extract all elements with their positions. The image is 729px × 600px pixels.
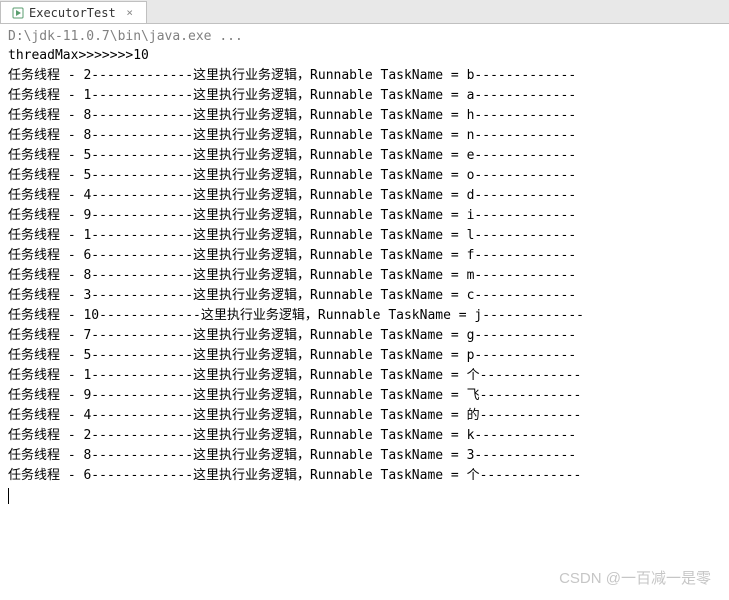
output-line: 任务线程 - 5-------------这里执行业务逻辑，Runnable T… xyxy=(8,146,721,166)
output-line: 任务线程 - 10-------------这里执行业务逻辑，Runnable … xyxy=(8,306,721,326)
output-line: 任务线程 - 6-------------这里执行业务逻辑，Runnable T… xyxy=(8,246,721,266)
output-line: 任务线程 - 1-------------这里执行业务逻辑，Runnable T… xyxy=(8,366,721,386)
tab-title: ExecutorTest xyxy=(29,6,116,20)
output-line: 任务线程 - 8-------------这里执行业务逻辑，Runnable T… xyxy=(8,106,721,126)
tab-bar: ExecutorTest × xyxy=(0,0,729,24)
output-line: 任务线程 - 1-------------这里执行业务逻辑，Runnable T… xyxy=(8,86,721,106)
output-line: 任务线程 - 8-------------这里执行业务逻辑，Runnable T… xyxy=(8,126,721,146)
output-line: 任务线程 - 5-------------这里执行业务逻辑，Runnable T… xyxy=(8,166,721,186)
output-line: 任务线程 - 2-------------这里执行业务逻辑，Runnable T… xyxy=(8,426,721,446)
output-lines-container: 任务线程 - 2-------------这里执行业务逻辑，Runnable T… xyxy=(8,66,721,486)
console-output: D:\jdk-11.0.7\bin\java.exe ... threadMax… xyxy=(0,24,729,600)
output-line: 任务线程 - 1-------------这里执行业务逻辑，Runnable T… xyxy=(8,226,721,246)
cursor xyxy=(8,488,9,504)
output-line: 任务线程 - 7-------------这里执行业务逻辑，Runnable T… xyxy=(8,326,721,346)
cursor-line xyxy=(8,486,721,506)
run-icon xyxy=(11,6,25,20)
output-line: 任务线程 - 9-------------这里执行业务逻辑，Runnable T… xyxy=(8,386,721,406)
output-line: 任务线程 - 2-------------这里执行业务逻辑，Runnable T… xyxy=(8,66,721,86)
output-line: 任务线程 - 5-------------这里执行业务逻辑，Runnable T… xyxy=(8,346,721,366)
tab-executor-test[interactable]: ExecutorTest × xyxy=(0,1,147,23)
output-line: 任务线程 - 8-------------这里执行业务逻辑，Runnable T… xyxy=(8,446,721,466)
output-line: 任务线程 - 9-------------这里执行业务逻辑，Runnable T… xyxy=(8,206,721,226)
output-line: 任务线程 - 3-------------这里执行业务逻辑，Runnable T… xyxy=(8,286,721,306)
close-icon[interactable]: × xyxy=(124,7,136,19)
command-line: D:\jdk-11.0.7\bin\java.exe ... xyxy=(8,29,721,44)
output-line: 任务线程 - 4-------------这里执行业务逻辑，Runnable T… xyxy=(8,406,721,426)
header-output: threadMax>>>>>>>10 xyxy=(8,46,721,66)
output-line: 任务线程 - 8-------------这里执行业务逻辑，Runnable T… xyxy=(8,266,721,286)
output-line: 任务线程 - 4-------------这里执行业务逻辑，Runnable T… xyxy=(8,186,721,206)
output-line: 任务线程 - 6-------------这里执行业务逻辑，Runnable T… xyxy=(8,466,721,486)
